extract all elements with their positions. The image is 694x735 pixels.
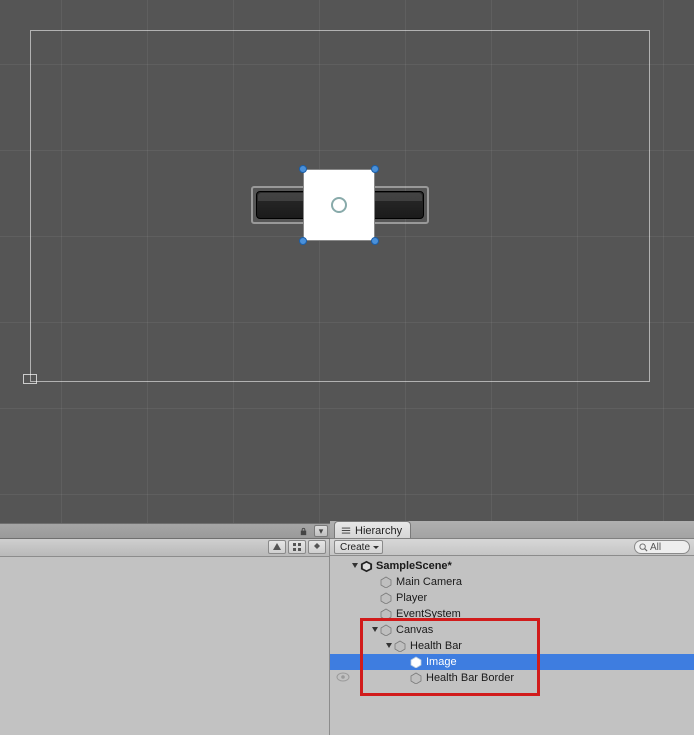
expand-arrow-icon[interactable] xyxy=(384,642,394,650)
hierarchy-item-health-bar-border[interactable]: Health Bar Border xyxy=(330,670,694,686)
search-placeholder: All xyxy=(650,542,661,553)
scene-name-label: SampleScene* xyxy=(376,560,452,572)
search-icon xyxy=(639,543,648,552)
filter-button-1[interactable] xyxy=(268,540,286,554)
item-label: EventSystem xyxy=(396,608,461,620)
gameobject-icon xyxy=(394,640,406,652)
selected-image-rect[interactable] xyxy=(303,169,375,241)
gameobject-icon xyxy=(410,672,422,684)
resize-handle-bottom-right[interactable] xyxy=(371,237,379,245)
hierarchy-item-eventsystem[interactable]: EventSystem xyxy=(330,606,694,622)
item-label: Health Bar xyxy=(410,640,462,652)
resize-handle-top-left[interactable] xyxy=(299,165,307,173)
lower-panels: ▾ Hierarchy xyxy=(0,523,694,735)
hierarchy-item-image[interactable]: Image xyxy=(330,654,694,670)
item-label: Image xyxy=(426,656,457,668)
hierarchy-item-main-camera[interactable]: Main Camera xyxy=(330,574,694,590)
hierarchy-scene-row[interactable]: SampleScene* xyxy=(330,558,694,574)
hierarchy-toolbar: Create All xyxy=(330,539,694,556)
item-label: Canvas xyxy=(396,624,433,636)
lock-toggle[interactable] xyxy=(299,527,308,536)
hierarchy-search[interactable]: All xyxy=(634,540,690,554)
project-toolbar xyxy=(0,539,329,557)
camera-gizmo-icon[interactable] xyxy=(23,374,37,384)
gameobject-icon xyxy=(380,608,392,620)
item-label: Main Camera xyxy=(396,576,462,588)
hierarchy-tab[interactable]: Hierarchy xyxy=(334,521,411,538)
gameobject-icon xyxy=(410,656,422,668)
panel-menu-icon[interactable]: ▾ xyxy=(314,525,328,537)
resize-handle-top-right[interactable] xyxy=(371,165,379,173)
visibility-eye-icon[interactable] xyxy=(336,670,350,687)
filter-button-2[interactable] xyxy=(288,540,306,554)
resize-handle-bottom-left[interactable] xyxy=(299,237,307,245)
gameobject-icon xyxy=(380,576,392,588)
image-placeholder-icon xyxy=(331,197,347,213)
hierarchy-item-health-bar[interactable]: Health Bar xyxy=(330,638,694,654)
hierarchy-tab-label: Hierarchy xyxy=(355,525,402,537)
scene-view[interactable] xyxy=(0,0,694,523)
gameobject-icon xyxy=(380,624,392,636)
project-panel xyxy=(0,539,330,735)
create-dropdown[interactable]: Create xyxy=(334,540,383,554)
hierarchy-panel: Hierarchy Create All xyxy=(330,539,694,735)
hierarchy-tree[interactable]: SampleScene* Main Camera Player EventSys… xyxy=(330,556,694,686)
filter-button-3[interactable] xyxy=(308,540,326,554)
item-label: Health Bar Border xyxy=(426,672,514,684)
hierarchy-item-canvas[interactable]: Canvas xyxy=(330,622,694,638)
expand-arrow-icon[interactable] xyxy=(370,626,380,634)
item-label: Player xyxy=(396,592,427,604)
hierarchy-item-player[interactable]: Player xyxy=(330,590,694,606)
hierarchy-icon xyxy=(341,526,351,536)
gameobject-icon xyxy=(380,592,392,604)
expand-arrow-icon[interactable] xyxy=(350,562,360,570)
unity-logo-icon xyxy=(360,560,373,573)
create-label: Create xyxy=(340,542,370,553)
hierarchy-tab-row: Hierarchy xyxy=(330,521,694,539)
